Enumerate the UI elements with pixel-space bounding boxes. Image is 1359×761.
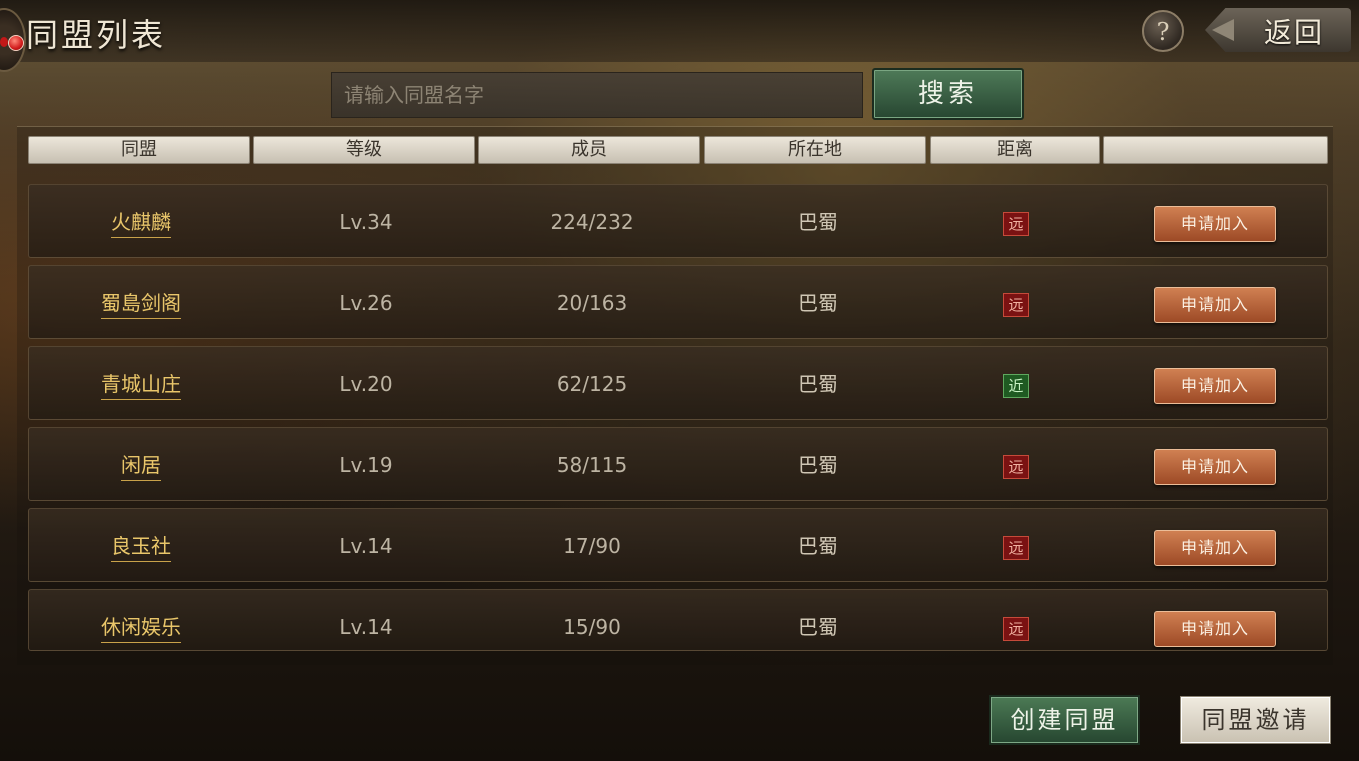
alliance-level: Lv.19: [339, 453, 393, 477]
alliance-location: 巴蜀: [798, 615, 838, 639]
alliance-location: 巴蜀: [798, 372, 838, 396]
alliance-location: 巴蜀: [798, 291, 838, 315]
search-input[interactable]: 请输入同盟名字: [331, 72, 863, 118]
apply-join-button[interactable]: 申请加入: [1154, 205, 1276, 242]
action-cell: 申请加入: [1103, 509, 1327, 583]
table-row: 蜀島剑阁 Lv.26 20/163 巴蜀 远 申请加入: [28, 265, 1328, 339]
action-cell: 申请加入: [1103, 428, 1327, 502]
alliance-name-link[interactable]: 青城山庄: [29, 347, 253, 421]
alliance-level: Lv.14: [339, 534, 393, 558]
notification-dot-icon: [0, 37, 8, 47]
alliance-level: Lv.26: [339, 291, 393, 315]
alliance-location: 巴蜀: [798, 534, 838, 558]
alliance-level: Lv.14: [339, 615, 393, 639]
distance-badge-far: 远: [1003, 454, 1029, 479]
table-row: 休闲娱乐 Lv.14 15/90 巴蜀 远 申请加入: [28, 589, 1328, 651]
alliance-name[interactable]: 蜀島剑阁: [101, 291, 181, 319]
create-alliance-button[interactable]: 创建同盟: [989, 695, 1140, 745]
alliance-name-link[interactable]: 良玉社: [29, 509, 253, 583]
distance-cell: 远: [931, 428, 1101, 502]
alliance-name-link[interactable]: 蜀島剑阁: [29, 266, 253, 340]
alliance-name[interactable]: 闲居: [121, 453, 161, 481]
alliance-name[interactable]: 青城山庄: [101, 372, 181, 400]
alliance-members: 224/232: [550, 210, 634, 234]
table-row: 火麒麟 Lv.34 224/232 巴蜀 远 申请加入: [28, 184, 1328, 258]
back-arrow-icon: [1212, 19, 1234, 41]
apply-join-button[interactable]: 申请加入: [1154, 286, 1276, 323]
notification-badge-icon: [8, 35, 24, 51]
distance-cell: 远: [931, 509, 1101, 583]
alliance-name-link[interactable]: 火麒麟: [29, 185, 253, 259]
distance-badge-far: 远: [1003, 616, 1029, 641]
column-header-location: 所在地: [704, 136, 926, 164]
apply-join-button[interactable]: 申请加入: [1154, 448, 1276, 485]
alliance-name[interactable]: 火麒麟: [111, 210, 171, 238]
distance-badge-far: 远: [1003, 535, 1029, 560]
alliance-members: 58/115: [556, 453, 628, 477]
apply-join-button[interactable]: 申请加入: [1154, 610, 1276, 647]
help-button[interactable]: ?: [1142, 10, 1184, 52]
alliance-members: 17/90: [563, 534, 621, 558]
alliance-location: 巴蜀: [798, 453, 838, 477]
action-cell: 申请加入: [1103, 266, 1327, 340]
apply-join-button[interactable]: 申请加入: [1154, 529, 1276, 566]
distance-badge-far: 远: [1003, 292, 1029, 317]
action-cell: 申请加入: [1103, 185, 1327, 259]
alliance-level: Lv.34: [339, 210, 393, 234]
apply-join-button[interactable]: 申请加入: [1154, 367, 1276, 404]
alliance-invite-button[interactable]: 同盟邀请: [1180, 696, 1331, 744]
column-header-distance: 距离: [930, 136, 1100, 164]
action-cell: 申请加入: [1103, 590, 1327, 650]
alliance-name-link[interactable]: 闲居: [29, 428, 253, 502]
distance-badge-far: 远: [1003, 211, 1029, 236]
distance-badge-near: 近: [1003, 373, 1029, 398]
alliance-members: 62/125: [556, 372, 628, 396]
alliance-name[interactable]: 休闲娱乐: [101, 615, 181, 643]
distance-cell: 远: [931, 185, 1101, 259]
alliance-location: 巴蜀: [798, 210, 838, 234]
column-header-alliance: 同盟: [28, 136, 250, 164]
column-header-action: [1103, 136, 1328, 164]
alliance-members: 20/163: [556, 291, 628, 315]
page-title: 同盟列表: [26, 16, 167, 54]
table-row: 良玉社 Lv.14 17/90 巴蜀 远 申请加入: [28, 508, 1328, 582]
alliance-name-link[interactable]: 休闲娱乐: [29, 590, 253, 650]
alliance-members: 15/90: [563, 615, 621, 639]
back-button-label[interactable]: 返回: [1246, 11, 1342, 49]
search-button[interactable]: 搜索: [872, 68, 1024, 120]
distance-cell: 远: [931, 266, 1101, 340]
distance-cell: 远: [931, 590, 1101, 650]
table-row: 闲居 Lv.19 58/115 巴蜀 远 申请加入: [28, 427, 1328, 501]
table-row: 青城山庄 Lv.20 62/125 巴蜀 近 申请加入: [28, 346, 1328, 420]
alliance-level: Lv.20: [339, 372, 393, 396]
action-cell: 申请加入: [1103, 347, 1327, 421]
column-header-members: 成员: [478, 136, 700, 164]
column-header-level: 等级: [253, 136, 475, 164]
distance-cell: 近: [931, 347, 1101, 421]
alliance-name[interactable]: 良玉社: [111, 534, 171, 562]
